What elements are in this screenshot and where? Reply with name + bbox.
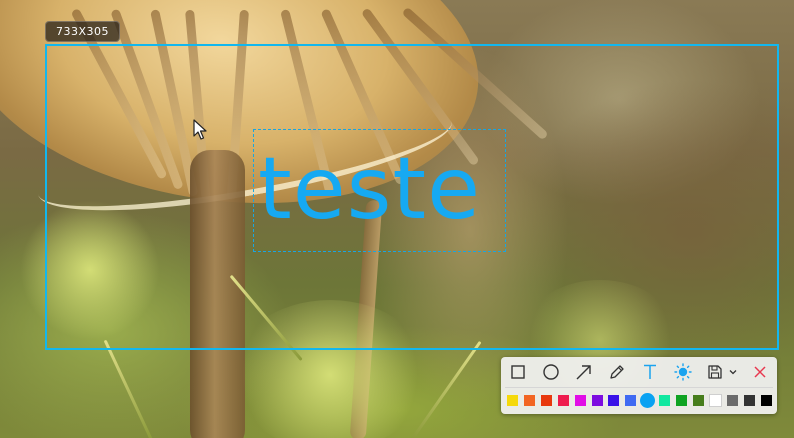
- arrow-tool-button[interactable]: [573, 361, 595, 383]
- color-swatch[interactable]: [726, 395, 738, 406]
- rectangle-tool-button[interactable]: [507, 361, 529, 383]
- color-swatch[interactable]: [692, 395, 704, 406]
- color-swatch[interactable]: [659, 395, 671, 406]
- text-icon: [644, 364, 656, 379]
- ellipse-icon: [543, 364, 559, 380]
- selection-size-label: 733X305: [45, 21, 121, 42]
- color-swatch[interactable]: [676, 395, 687, 406]
- arrow-icon: [576, 365, 591, 380]
- save-icon: [708, 365, 722, 379]
- color-swatch[interactable]: [523, 395, 535, 406]
- close-button[interactable]: [749, 361, 771, 383]
- text-annotation-box[interactable]: teste: [253, 129, 506, 252]
- color-swatch[interactable]: [625, 395, 637, 406]
- ellipse-tool-button[interactable]: [540, 361, 562, 383]
- color-swatch[interactable]: [591, 395, 603, 406]
- mouse-cursor-icon: [193, 119, 207, 140]
- rectangle-icon: [511, 365, 525, 379]
- annotation-toolbar: [501, 357, 777, 414]
- blur-icon: [674, 363, 692, 381]
- color-swatch-selected[interactable]: [640, 393, 656, 408]
- color-swatch[interactable]: [760, 395, 772, 406]
- pencil-icon: [610, 365, 624, 379]
- blur-tool-button[interactable]: [672, 361, 694, 383]
- color-swatch[interactable]: [540, 395, 552, 406]
- color-swatch[interactable]: [708, 394, 722, 407]
- pencil-tool-button[interactable]: [606, 361, 628, 383]
- save-options-dropdown[interactable]: [727, 361, 739, 383]
- tool-buttons-row: [501, 357, 777, 386]
- close-icon: [754, 366, 766, 378]
- chevron-down-icon: [729, 370, 737, 375]
- color-swatch[interactable]: [743, 395, 755, 406]
- toolbar-divider: [505, 387, 773, 388]
- color-swatch[interactable]: [608, 395, 620, 406]
- color-swatch[interactable]: [557, 395, 569, 406]
- text-annotation: teste: [258, 139, 482, 239]
- color-swatch[interactable]: [574, 395, 586, 406]
- color-swatch[interactable]: [507, 395, 518, 406]
- text-tool-button[interactable]: [639, 361, 661, 383]
- save-button[interactable]: [704, 361, 726, 383]
